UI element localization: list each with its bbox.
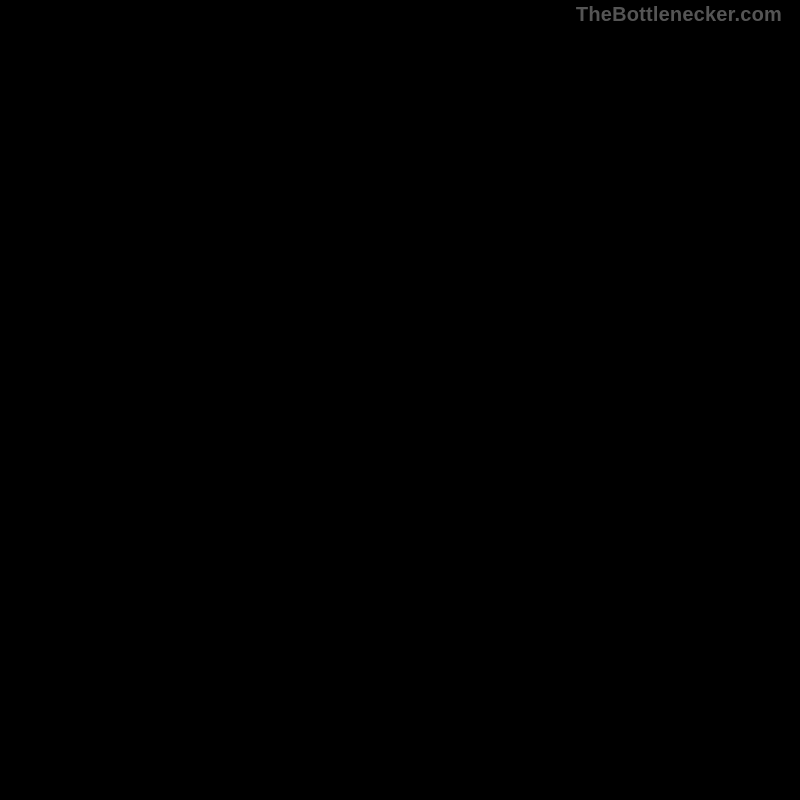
data-marker <box>557 694 571 708</box>
bottleneck-curve <box>28 28 772 772</box>
data-marker <box>546 683 560 697</box>
data-marker <box>713 661 727 675</box>
chart-plot-area <box>28 28 772 772</box>
data-marker <box>438 531 452 545</box>
data-marker <box>653 748 667 762</box>
data-markers <box>374 438 727 762</box>
data-marker <box>501 624 515 638</box>
data-marker <box>389 460 403 474</box>
data-marker <box>519 650 533 664</box>
chart-svg <box>28 28 772 772</box>
data-marker <box>683 732 697 746</box>
attribution-text: TheBottlenecker.com <box>576 4 782 27</box>
data-marker <box>616 741 630 755</box>
